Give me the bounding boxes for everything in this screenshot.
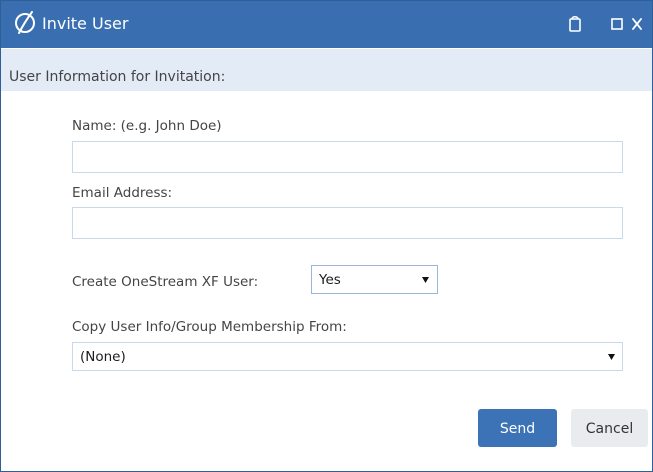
section-title: User Information for Invitation: [9, 69, 226, 85]
name-label: Name: (e.g. John Doe) [72, 118, 222, 134]
copy-from-selected-value: (None) [80, 349, 126, 365]
onestream-logo-icon [15, 11, 35, 34]
copy-from-label: Copy User Info/Group Membership From: [72, 319, 347, 335]
send-button[interactable]: Send [478, 409, 557, 447]
create-user-select[interactable]: Yes [311, 265, 438, 294]
email-label: Email Address: [72, 185, 173, 201]
chevron-down-icon [608, 354, 615, 360]
name-input[interactable] [72, 141, 623, 173]
section-header: User Information for Invitation: [1, 49, 652, 91]
cancel-button[interactable]: Cancel [571, 409, 648, 447]
copy-from-select[interactable]: (None) [72, 342, 623, 371]
create-user-selected-value: Yes [319, 272, 341, 288]
dialog-title: Invite User [42, 14, 129, 33]
maximize-icon[interactable] [608, 14, 626, 34]
invite-user-dialog: Invite User User Information for Invitat… [0, 0, 653, 472]
help-icon[interactable] [566, 14, 584, 34]
create-user-label: Create OneStream XF User: [72, 274, 259, 290]
chevron-down-icon [422, 277, 429, 283]
title-bar[interactable]: Invite User [1, 1, 652, 48]
email-input[interactable] [72, 207, 623, 239]
close-icon[interactable] [628, 14, 646, 34]
